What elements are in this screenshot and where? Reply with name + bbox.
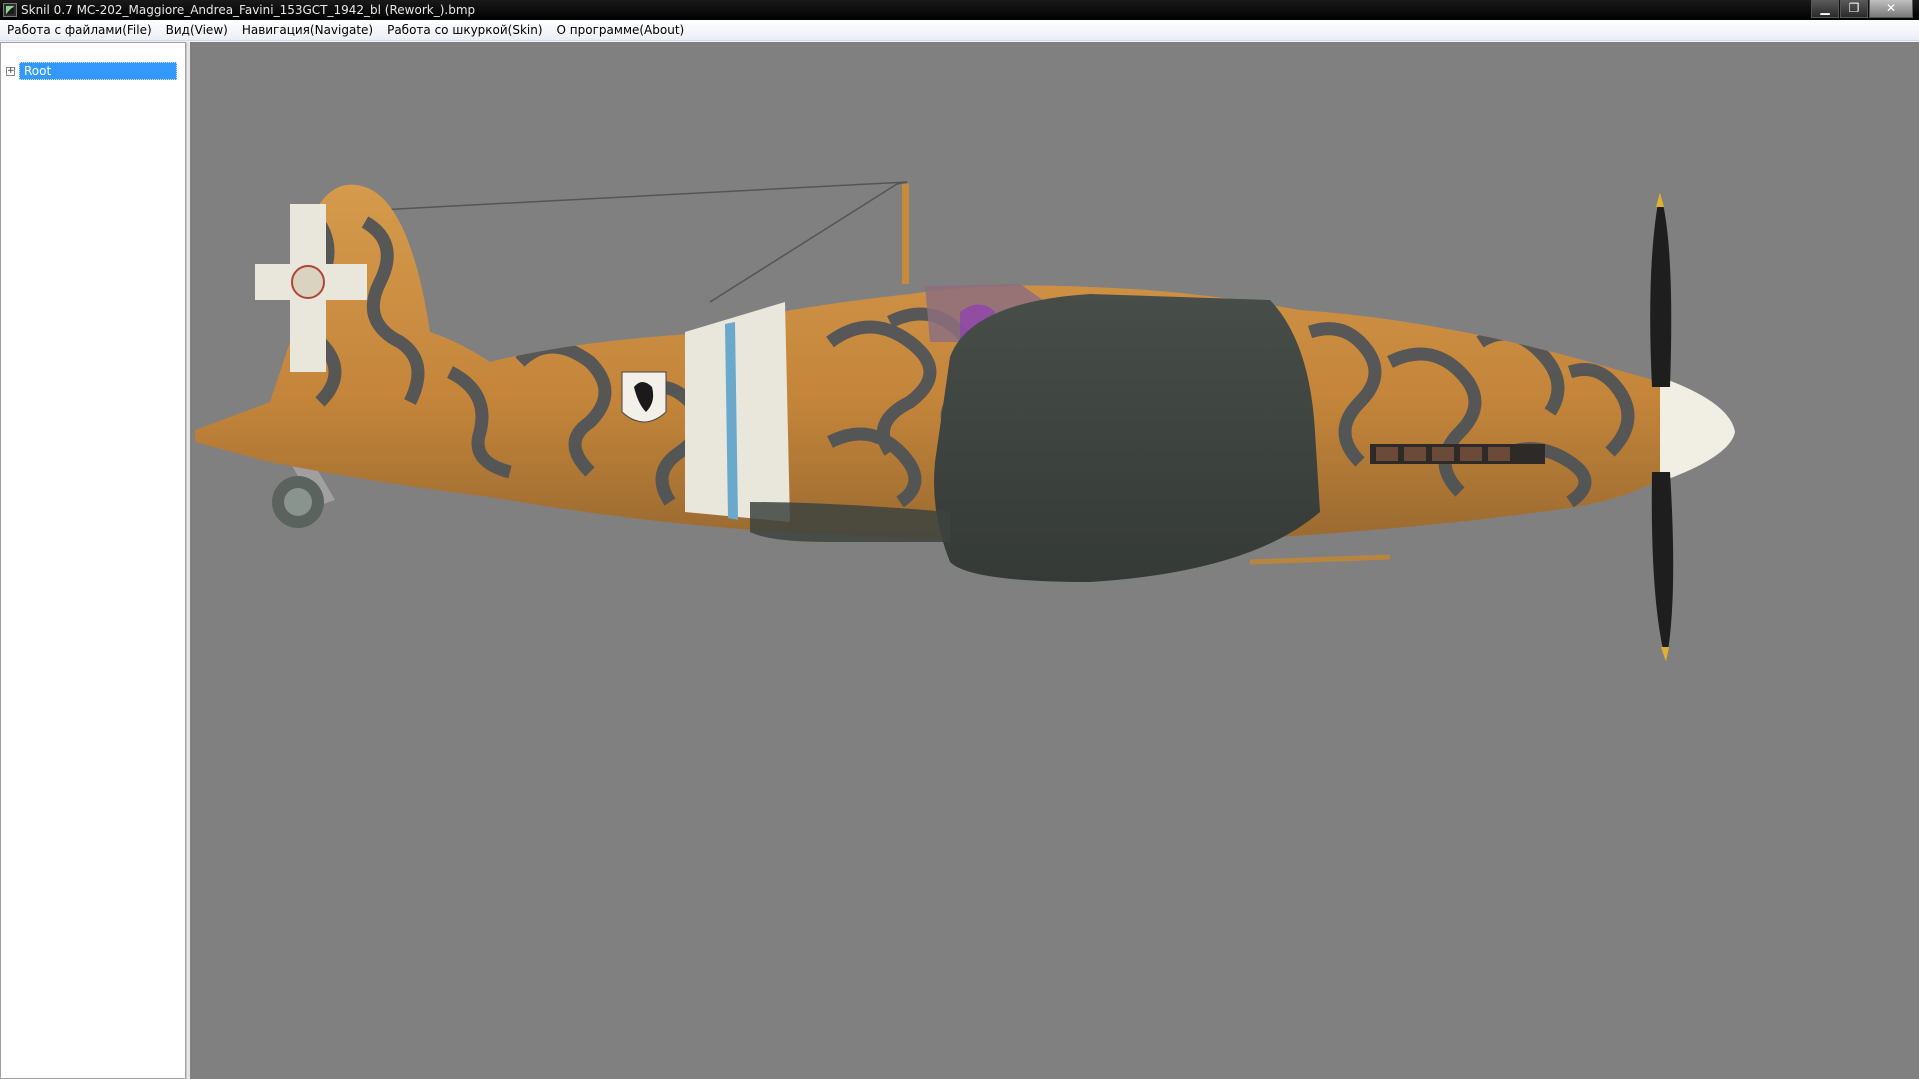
app-name: Sknil 0.7	[21, 3, 73, 17]
3d-viewport[interactable]	[190, 42, 1919, 1079]
tree-panel[interactable]: + Root	[0, 42, 186, 1079]
menu-about[interactable]: О программе(About)	[550, 20, 692, 41]
menu-bar: Работа с файлами(File) Вид(View) Навигац…	[0, 20, 1919, 41]
window-controls: ▁ ❐ ✕	[1810, 0, 1913, 18]
title-bar[interactable]: Sknil 0.7 MC-202_Maggiore_Andrea_Favini_…	[0, 0, 1919, 20]
restore-icon: ❐	[1848, 1, 1860, 15]
squadron-emblem	[621, 371, 667, 423]
antenna-wire	[339, 181, 908, 303]
menu-navigate[interactable]: Навигация(Navigate)	[235, 20, 380, 41]
aircraft-model	[195, 181, 1735, 662]
propeller-spinner	[1660, 377, 1735, 482]
tree-node-label[interactable]: Root	[19, 62, 177, 80]
wing-gun	[1249, 554, 1391, 565]
menu-skin[interactable]: Работа со шкуркой(Skin)	[380, 20, 549, 41]
close-button[interactable]: ✕	[1869, 0, 1913, 18]
antenna-mast	[902, 184, 909, 284]
window-title: Sknil 0.7 MC-202_Maggiore_Andrea_Favini_…	[21, 0, 475, 20]
maximize-button[interactable]: ❐	[1840, 0, 1868, 18]
file-title: MC-202_Maggiore_Andrea_Favini_153GCT_194…	[76, 3, 476, 17]
minimize-icon: ▁	[1820, 1, 1830, 15]
tree-node-root[interactable]: + Root	[6, 62, 177, 80]
minimize-button[interactable]: ▁	[1811, 0, 1839, 18]
close-icon: ✕	[1885, 1, 1897, 15]
application-window: Sknil 0.7 MC-202_Maggiore_Andrea_Favini_…	[0, 0, 1919, 1079]
menu-view[interactable]: Вид(View)	[159, 20, 235, 41]
app-icon[interactable]	[3, 3, 17, 17]
menu-file[interactable]: Работа с файлами(File)	[0, 20, 159, 41]
expand-icon[interactable]: +	[6, 66, 15, 76]
